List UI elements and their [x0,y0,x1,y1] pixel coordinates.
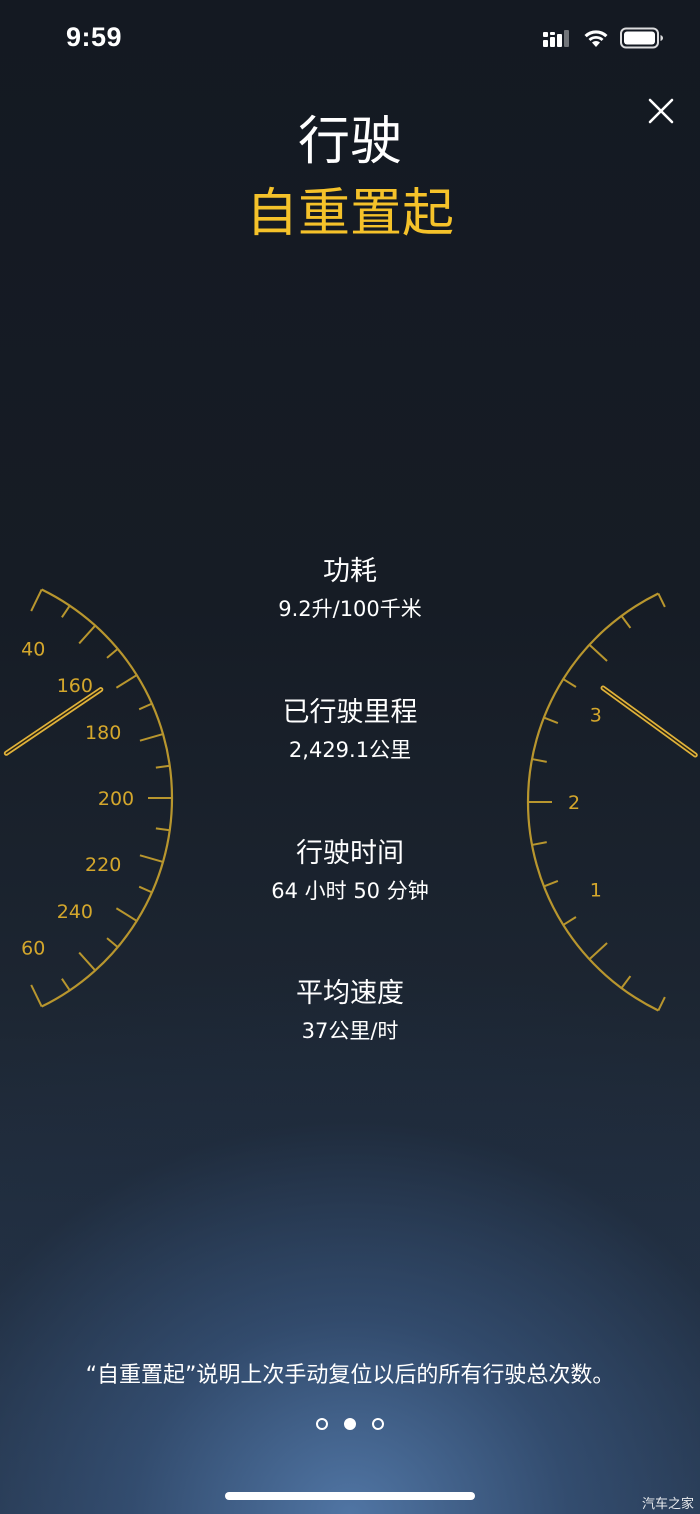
speedometer-tick [30,589,43,612]
stat-value: 2,429.1公里 [288,738,412,762]
speedometer-tick [78,951,96,972]
tachometer-tick [657,996,666,1011]
stat-average-speed: 平均速度 37公里/时 [150,974,550,1046]
tachometer-tick [562,678,577,688]
speedometer-label: 160 [57,675,93,697]
tachometer-gauge: 3 2 1 [526,592,698,1012]
speedometer-label: 60 [21,937,45,959]
speedometer-tick [106,937,119,948]
page-dot-2[interactable] [344,1418,356,1430]
tachometer-label: 2 [568,792,580,814]
speedometer-label: 220 [85,854,121,876]
speedometer-tick [155,764,170,769]
tachometer-label: 1 [590,879,602,901]
wifi-icon [582,28,610,48]
screen: 9:59 行驶 自重置起 40 160 180 200 220 240 60 3… [0,0,700,1514]
stat-label: 已行驶里程 [282,697,418,728]
speedometer-label: 40 [21,639,45,661]
page-dot-1[interactable] [316,1418,328,1430]
speedometer-label: 200 [98,788,134,810]
speedometer-tick [115,907,138,922]
page-title: 行驶 [297,112,402,172]
cellular-signal-icon [542,28,572,48]
tachometer-tick [588,942,608,960]
watermark: 汽车之家 [641,1497,694,1512]
speedometer-tick [30,984,43,1007]
speedometer-tick [106,648,119,659]
stat-label: 平均速度 [296,978,404,1009]
speedometer-label: 240 [57,901,93,923]
tachometer-tick [657,593,666,608]
tachometer-tick [620,615,632,629]
page-dot-3[interactable] [372,1418,384,1430]
speedometer-label: 180 [85,722,121,744]
stat-distance: 已行驶里程 2,429.1公里 [150,693,550,765]
speedometer-tick [115,674,138,689]
stat-value: 64 小时 50 分钟 [271,879,429,903]
stat-energy-consumption: 功耗 9.2升/100千米 [150,552,550,624]
status-time: 9:59 [66,22,123,52]
speedometer-tick [61,978,71,991]
stat-value: 37公里/时 [301,1019,399,1043]
tachometer-tick [562,916,577,926]
status-icons [542,26,664,50]
home-indicator[interactable] [225,1492,475,1500]
page-indicator[interactable] [0,1418,700,1430]
stat-drive-time: 行驶时间 64 小时 50 分钟 [150,834,550,906]
speedometer-gauge: 40 160 180 200 220 240 60 [3,588,174,1008]
tachometer-needle-core [602,687,697,756]
tachometer-tick [620,975,632,989]
battery-icon [620,27,664,49]
page-subtitle: 自重置起 [245,184,454,244]
footnote: “自重置起”说明上次手动复位以后的所有行驶总次数。 [85,1363,615,1388]
speedometer-tick [61,605,71,618]
speedometer-tick [155,827,170,832]
stat-value: 9.2升/100千米 [278,597,422,621]
stat-label: 功耗 [323,556,377,587]
tachometer-label: 3 [590,705,602,727]
speedometer-tick [78,624,96,645]
tachometer-tick [588,644,608,662]
stat-label: 行驶时间 [296,838,404,869]
